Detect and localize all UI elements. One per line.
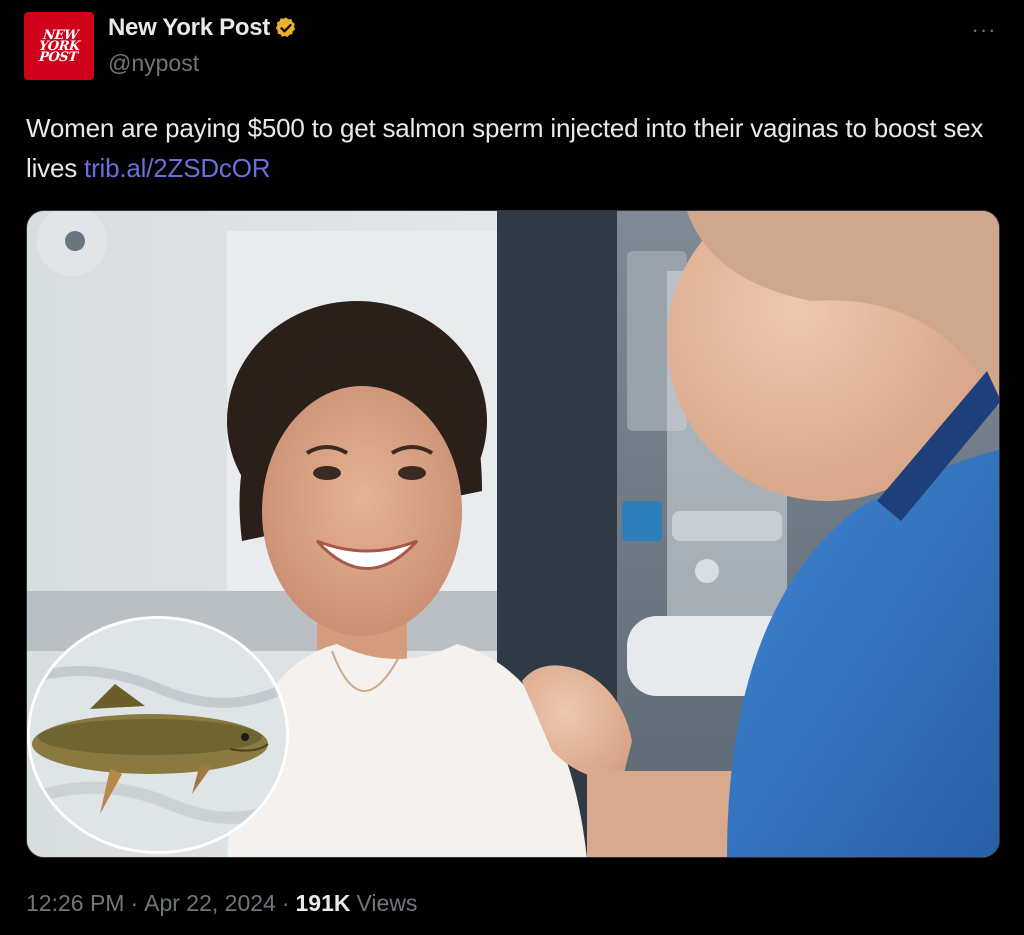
views-label: Views	[356, 890, 418, 916]
author-name[interactable]: New York Post	[108, 14, 270, 42]
tweet-text: Women are paying $500 to get salmon sper…	[26, 108, 1001, 188]
author-name-row[interactable]: New York Post	[108, 14, 298, 42]
nypost-logo: NEW YORK POST	[37, 27, 81, 65]
salmon-inset-circle	[27, 616, 289, 854]
author-handle[interactable]: @nypost	[108, 50, 199, 77]
tweet-meta: 12:26 PM · Apr 22, 2024 · 191K Views	[26, 890, 417, 917]
tweet-media-image[interactable]	[26, 210, 1000, 858]
tweet-date[interactable]: Apr 22, 2024	[144, 890, 276, 917]
verified-badge-icon	[274, 16, 298, 40]
tweet-link[interactable]: trib.al/2ZSDcOR	[84, 153, 270, 183]
tweet-card: NEW YORK POST New York Post @nypost ··· …	[0, 0, 1024, 935]
more-horizontal-icon: ···	[971, 17, 997, 42]
views-count: 191K	[295, 890, 351, 916]
salmon-fish-illustration	[30, 619, 286, 851]
meta-separator: ·	[130, 890, 139, 916]
meta-separator: ·	[281, 890, 290, 916]
more-options-button[interactable]: ···	[970, 16, 998, 44]
avatar[interactable]: NEW YORK POST	[24, 12, 94, 80]
tweet-time[interactable]: 12:26 PM	[26, 890, 124, 917]
